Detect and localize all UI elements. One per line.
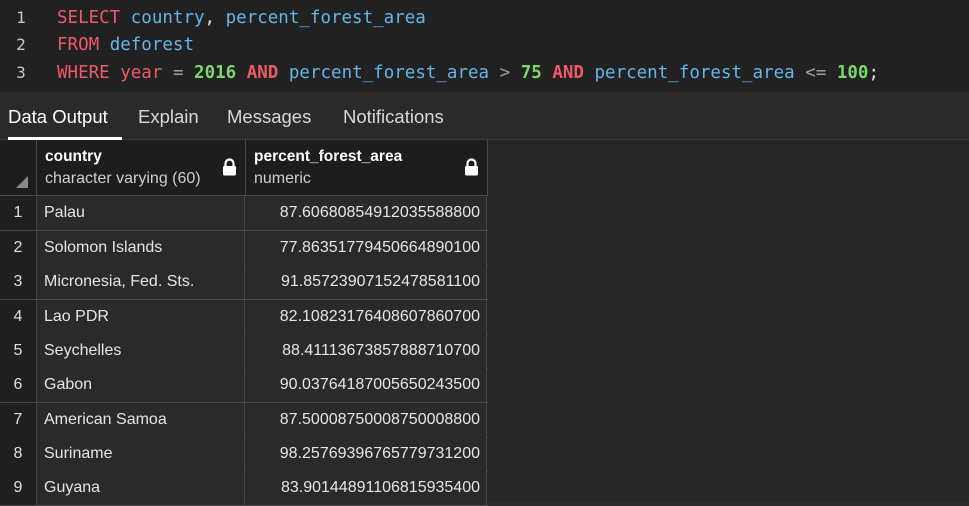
cell-percent-forest-area[interactable]: 88.41113673857888710700: [246, 334, 487, 368]
identifier-country: country: [130, 8, 205, 28]
column-name: percent_forest_area: [254, 148, 403, 165]
identifier-percent-forest-area: percent_forest_area: [288, 63, 490, 83]
cell-percent-forest-area[interactable]: 82.10823176408607860700: [246, 300, 487, 334]
lock-icon: [223, 158, 236, 176]
cell-country[interactable]: Solomon Islands: [37, 231, 245, 265]
identifier-deforest: deforest: [109, 35, 194, 55]
cell-country[interactable]: Lao PDR: [37, 300, 245, 334]
table-row[interactable]: 8 Suriname 98.25769396765779731200: [0, 437, 488, 472]
number-100: 100: [836, 63, 869, 83]
column-name: country: [45, 148, 102, 165]
table-row[interactable]: 3 Micronesia, Fed. Sts. 91.8572390715247…: [0, 265, 488, 300]
tab-notifications[interactable]: Notifications: [343, 95, 444, 139]
keyword-and: AND: [246, 63, 279, 83]
result-tabs: Data Output Explain Messages Notificatio…: [0, 95, 969, 140]
identifier-percent-forest-area: percent_forest_area: [225, 8, 426, 28]
row-number[interactable]: 6: [0, 368, 37, 402]
cell-country[interactable]: Gabon: [37, 368, 245, 402]
cell-percent-forest-area[interactable]: 91.85723907152478581100: [246, 265, 487, 299]
cell-country[interactable]: Suriname: [37, 437, 245, 471]
cell-percent-forest-area[interactable]: 90.03764187005650243500: [246, 368, 487, 402]
keyword-select: SELECT: [57, 8, 121, 28]
number-2016: 2016: [194, 63, 237, 83]
cell-percent-forest-area[interactable]: 83.90144891106815935400: [246, 471, 487, 505]
cell-country[interactable]: Guyana: [37, 471, 245, 505]
code-line-1[interactable]: 1 SELECT country, percent_forest_area: [0, 5, 969, 31]
sql-editor[interactable]: 1 SELECT country, percent_forest_area 2 …: [0, 0, 969, 92]
code-line-2[interactable]: 2 FROM deforest: [0, 32, 969, 58]
row-number[interactable]: 5: [0, 334, 37, 368]
cell-country[interactable]: Palau: [37, 196, 245, 230]
operator-eq: =: [172, 63, 184, 83]
cell-percent-forest-area[interactable]: 77.86351779450664890100: [246, 231, 487, 265]
row-number[interactable]: 9: [0, 471, 37, 505]
cell-percent-forest-area[interactable]: 98.25769396765779731200: [246, 437, 487, 471]
code-line-3[interactable]: 3 WHERE year = 2016 AND percent_forest_a…: [0, 60, 969, 86]
line-number: 2: [16, 35, 26, 54]
row-number[interactable]: 4: [0, 300, 37, 334]
semicolon: ;: [868, 63, 880, 83]
grid-header: country character varying (60) percent_f…: [0, 140, 488, 196]
tab-explain[interactable]: Explain: [138, 95, 199, 139]
column-type: character varying (60): [45, 170, 201, 187]
table-row[interactable]: 7 American Samoa 87.50008750008750008800: [0, 403, 488, 438]
keyword-from: FROM: [57, 35, 100, 55]
table-row[interactable]: 1 Palau 87.60680854912035588800: [0, 196, 488, 231]
cell-country[interactable]: American Samoa: [37, 403, 245, 437]
lock-icon: [465, 158, 478, 176]
row-number[interactable]: 2: [0, 231, 37, 265]
table-row[interactable]: 5 Seychelles 88.41113673857888710700: [0, 334, 488, 369]
select-all-corner[interactable]: [0, 140, 37, 195]
data-output-grid: country character varying (60) percent_f…: [0, 140, 969, 506]
line-number: 3: [16, 63, 26, 82]
operator-lte: <=: [805, 63, 827, 83]
table-row[interactable]: 6 Gabon 90.03764187005650243500: [0, 368, 488, 403]
comma: ,: [204, 8, 216, 28]
table-row[interactable]: 4 Lao PDR 82.10823176408607860700: [0, 300, 488, 335]
number-75: 75: [520, 63, 542, 83]
row-number[interactable]: 8: [0, 437, 37, 471]
row-number[interactable]: 1: [0, 196, 37, 230]
cell-country[interactable]: Seychelles: [37, 334, 245, 368]
tab-messages[interactable]: Messages: [227, 95, 311, 139]
table-row[interactable]: 2 Solomon Islands 77.8635177945066489010…: [0, 231, 488, 266]
column-header-percent-forest-area[interactable]: percent_forest_area numeric: [246, 140, 488, 195]
row-number[interactable]: 3: [0, 265, 37, 299]
tab-data-output[interactable]: Data Output: [8, 95, 122, 140]
row-number[interactable]: 7: [0, 403, 37, 437]
cell-percent-forest-area[interactable]: 87.50008750008750008800: [246, 403, 487, 437]
cell-country[interactable]: Micronesia, Fed. Sts.: [37, 265, 245, 299]
cell-percent-forest-area[interactable]: 87.60680854912035588800: [246, 196, 487, 230]
column-header-country[interactable]: country character varying (60): [37, 140, 246, 195]
operator-gt: >: [499, 63, 511, 83]
line-number: 1: [16, 8, 26, 27]
keyword-where: WHERE: [57, 63, 110, 83]
identifier-percent-forest-area: percent_forest_area: [594, 63, 795, 83]
identifier-year: year: [120, 63, 163, 83]
keyword-and: AND: [552, 63, 584, 83]
column-type: numeric: [254, 170, 311, 187]
select-all-icon: [16, 176, 28, 188]
